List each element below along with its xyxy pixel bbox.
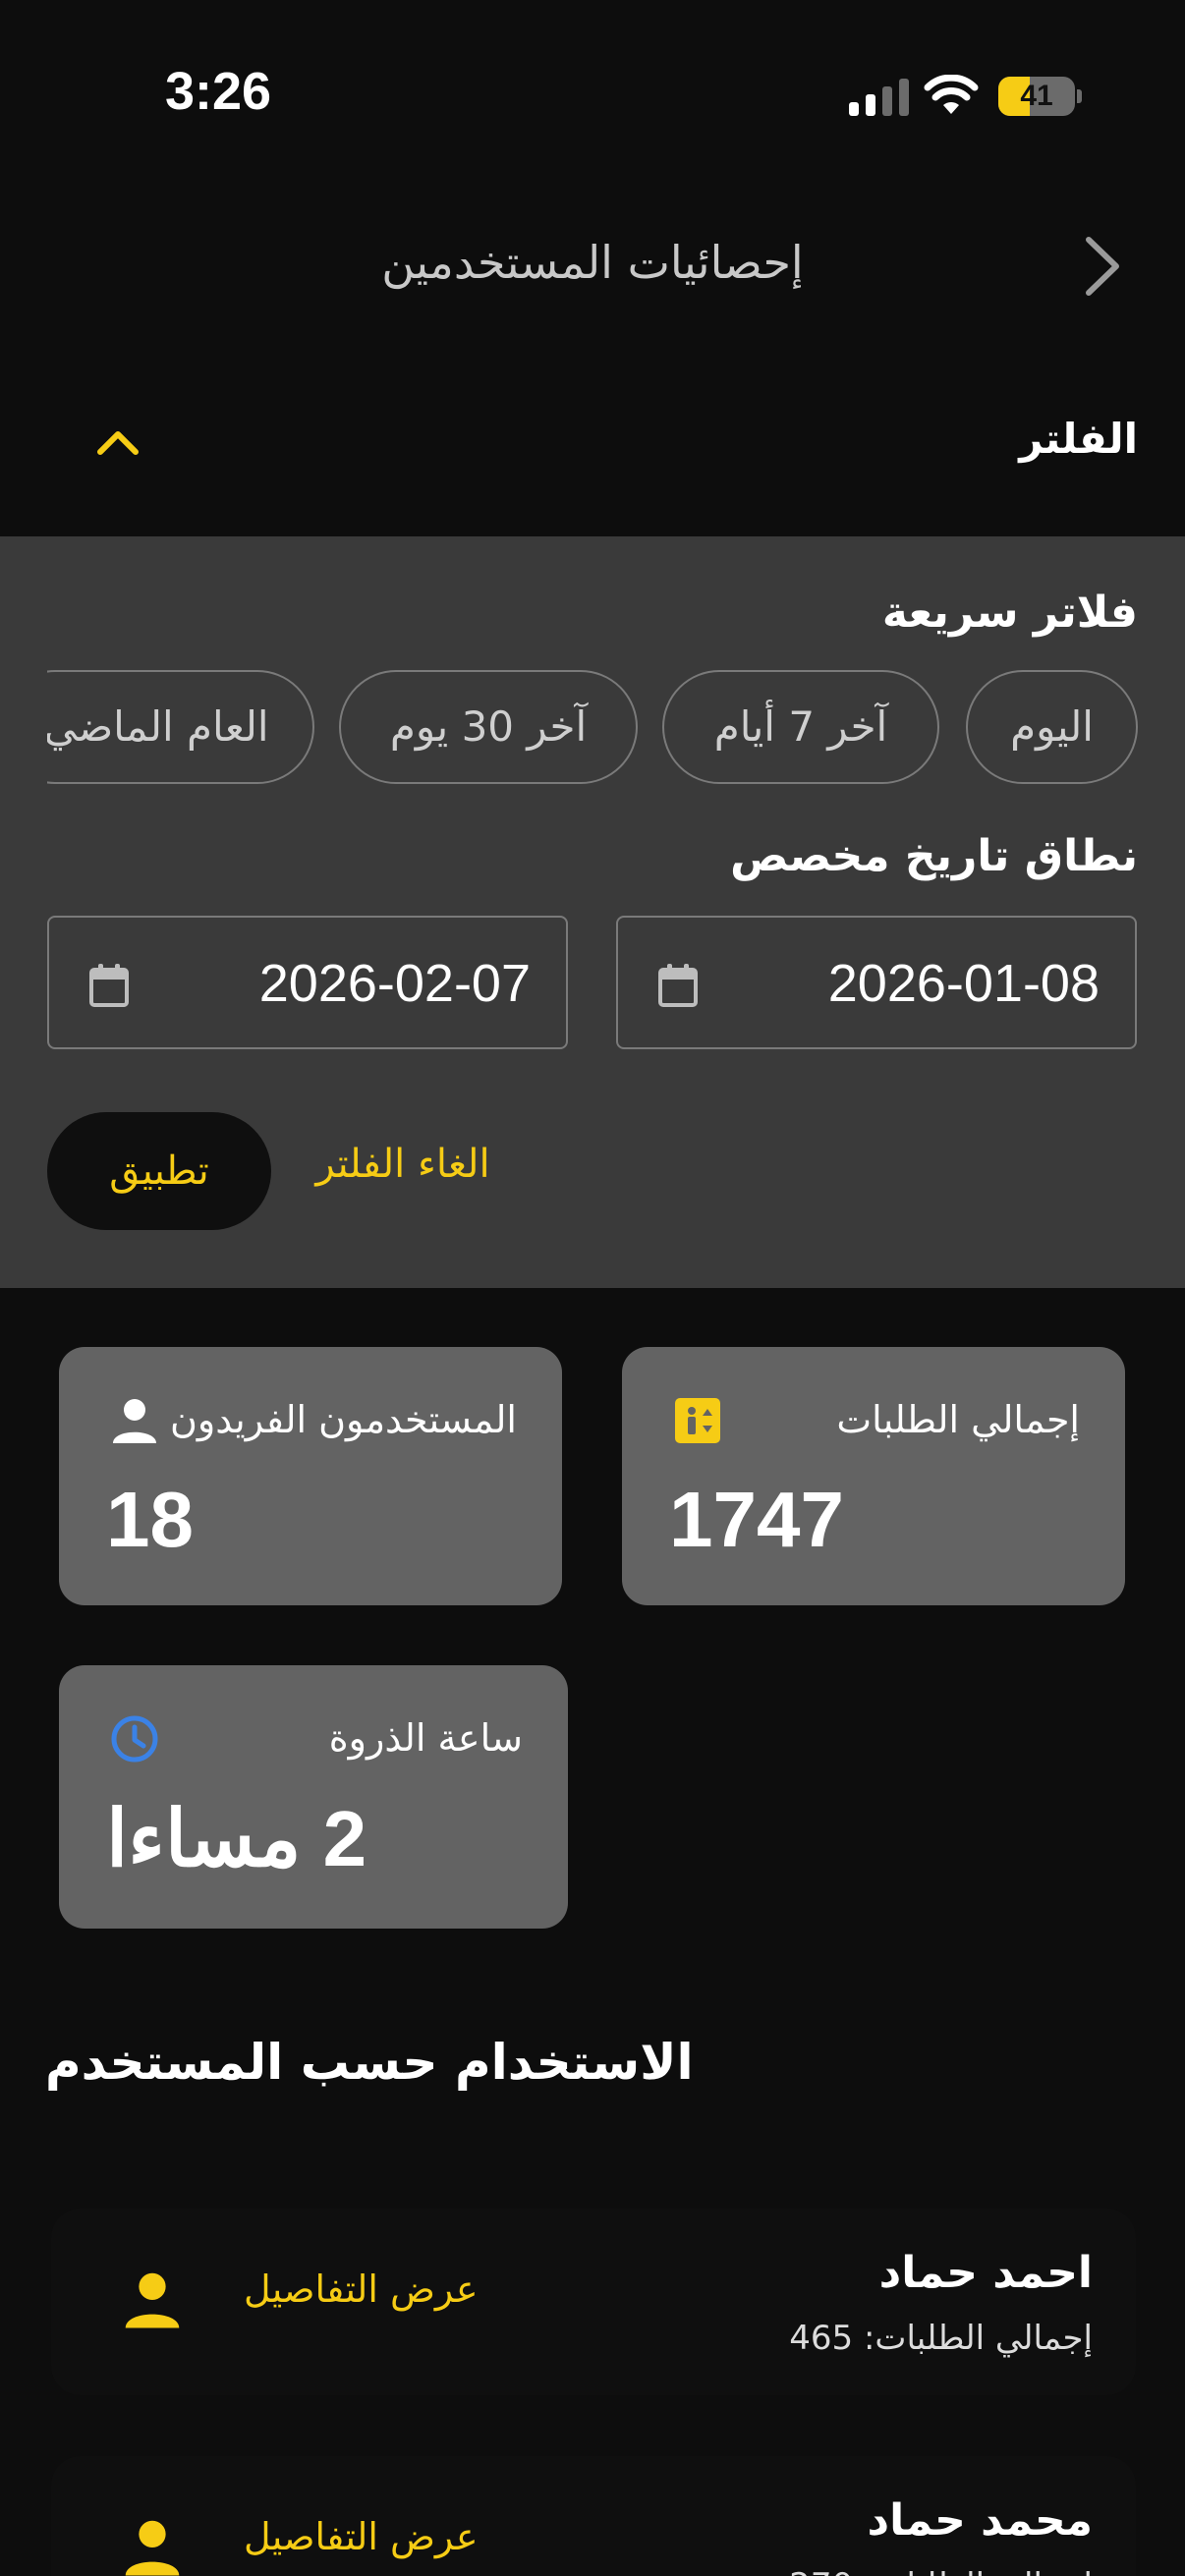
stat-value: 2 مساءا bbox=[106, 1795, 367, 1882]
filter-panel: فلاتر سريعة اليوم آخر 7 أيام آخر 30 يوم … bbox=[0, 536, 1185, 1288]
user-name: محمد حماد bbox=[867, 2495, 1094, 2546]
status-time: 3:26 bbox=[165, 62, 272, 121]
clear-filter-button[interactable]: الغاء الفلتر bbox=[295, 1142, 511, 1187]
nav-bar: إحصائيات المستخدمين bbox=[0, 206, 1185, 324]
stat-title: ساعة الذروة bbox=[328, 1716, 523, 1760]
clock-icon bbox=[111, 1715, 158, 1763]
wifi-icon bbox=[924, 75, 979, 114]
person-icon bbox=[125, 2272, 180, 2328]
user-requests: إجمالي الطلبات: 270 bbox=[789, 2566, 1093, 2576]
chip-last-year[interactable]: العام الماضي bbox=[47, 670, 314, 784]
view-details-button[interactable]: عرض التفاصيل bbox=[244, 2515, 479, 2558]
status-bar: 3:26 41 bbox=[0, 0, 1185, 187]
stat-value: 1747 bbox=[669, 1476, 844, 1563]
quick-filters-label: فلاتر سريعة bbox=[881, 588, 1138, 638]
user-requests: إجمالي الطلبات: 465 bbox=[789, 2319, 1093, 2358]
chip-last-30-days[interactable]: آخر 30 يوم bbox=[339, 670, 638, 784]
custom-range-label: نطاق تاريخ مخصص bbox=[730, 831, 1138, 881]
battery-percent: 41 bbox=[1020, 80, 1053, 112]
view-details-button[interactable]: عرض التفاصيل bbox=[244, 2268, 479, 2311]
stat-title: إجمالي الطلبات bbox=[836, 1398, 1080, 1441]
filter-title: الفلتر bbox=[1019, 415, 1138, 463]
calendar-icon bbox=[658, 964, 698, 1007]
elevator-icon bbox=[675, 1398, 720, 1443]
chevron-right-icon[interactable] bbox=[1071, 232, 1140, 301]
user-row[interactable]: محمد حماد إجمالي الطلبات: 270 عرض التفاص… bbox=[51, 2456, 1136, 2576]
apply-button[interactable]: تطبيق bbox=[47, 1112, 271, 1230]
person-icon bbox=[125, 2520, 180, 2576]
user-name: احمد حماد bbox=[878, 2248, 1093, 2298]
chip-last-7-days[interactable]: آخر 7 أيام bbox=[662, 670, 939, 784]
filter-header[interactable]: الفلتر bbox=[0, 393, 1185, 491]
date-to-field[interactable]: 2026-02-07 bbox=[47, 916, 568, 1049]
page-title: إحصائيات المستخدمين bbox=[381, 236, 804, 289]
stat-value: 18 bbox=[106, 1476, 194, 1563]
stat-card-unique-users: المستخدمون الفريدون 18 bbox=[59, 1347, 562, 1605]
date-from-field[interactable]: 2026-01-08 bbox=[616, 916, 1137, 1049]
cellular-signal-icon bbox=[849, 79, 909, 116]
user-row[interactable]: احمد حماد إجمالي الطلبات: 465 عرض التفاص… bbox=[51, 2209, 1136, 2395]
quick-filter-chips: اليوم آخر 7 أيام آخر 30 يوم العام الماضي bbox=[47, 670, 1138, 786]
usage-section-title: الاستخدام حسب المستخدم bbox=[45, 2034, 694, 2091]
chip-today[interactable]: اليوم bbox=[966, 670, 1138, 784]
stat-title: المستخدمون الفريدون bbox=[169, 1398, 517, 1441]
chevron-up-icon[interactable] bbox=[88, 419, 147, 468]
battery-icon: 41 bbox=[998, 77, 1082, 116]
date-from-value: 2026-01-08 bbox=[827, 954, 1100, 1013]
calendar-icon bbox=[89, 964, 129, 1007]
stat-card-peak-hour: ساعة الذروة 2 مساءا bbox=[59, 1665, 568, 1929]
stat-card-total-requests: إجمالي الطلبات 1747 bbox=[622, 1347, 1125, 1605]
person-icon bbox=[113, 1399, 156, 1443]
date-to-value: 2026-02-07 bbox=[258, 954, 531, 1013]
